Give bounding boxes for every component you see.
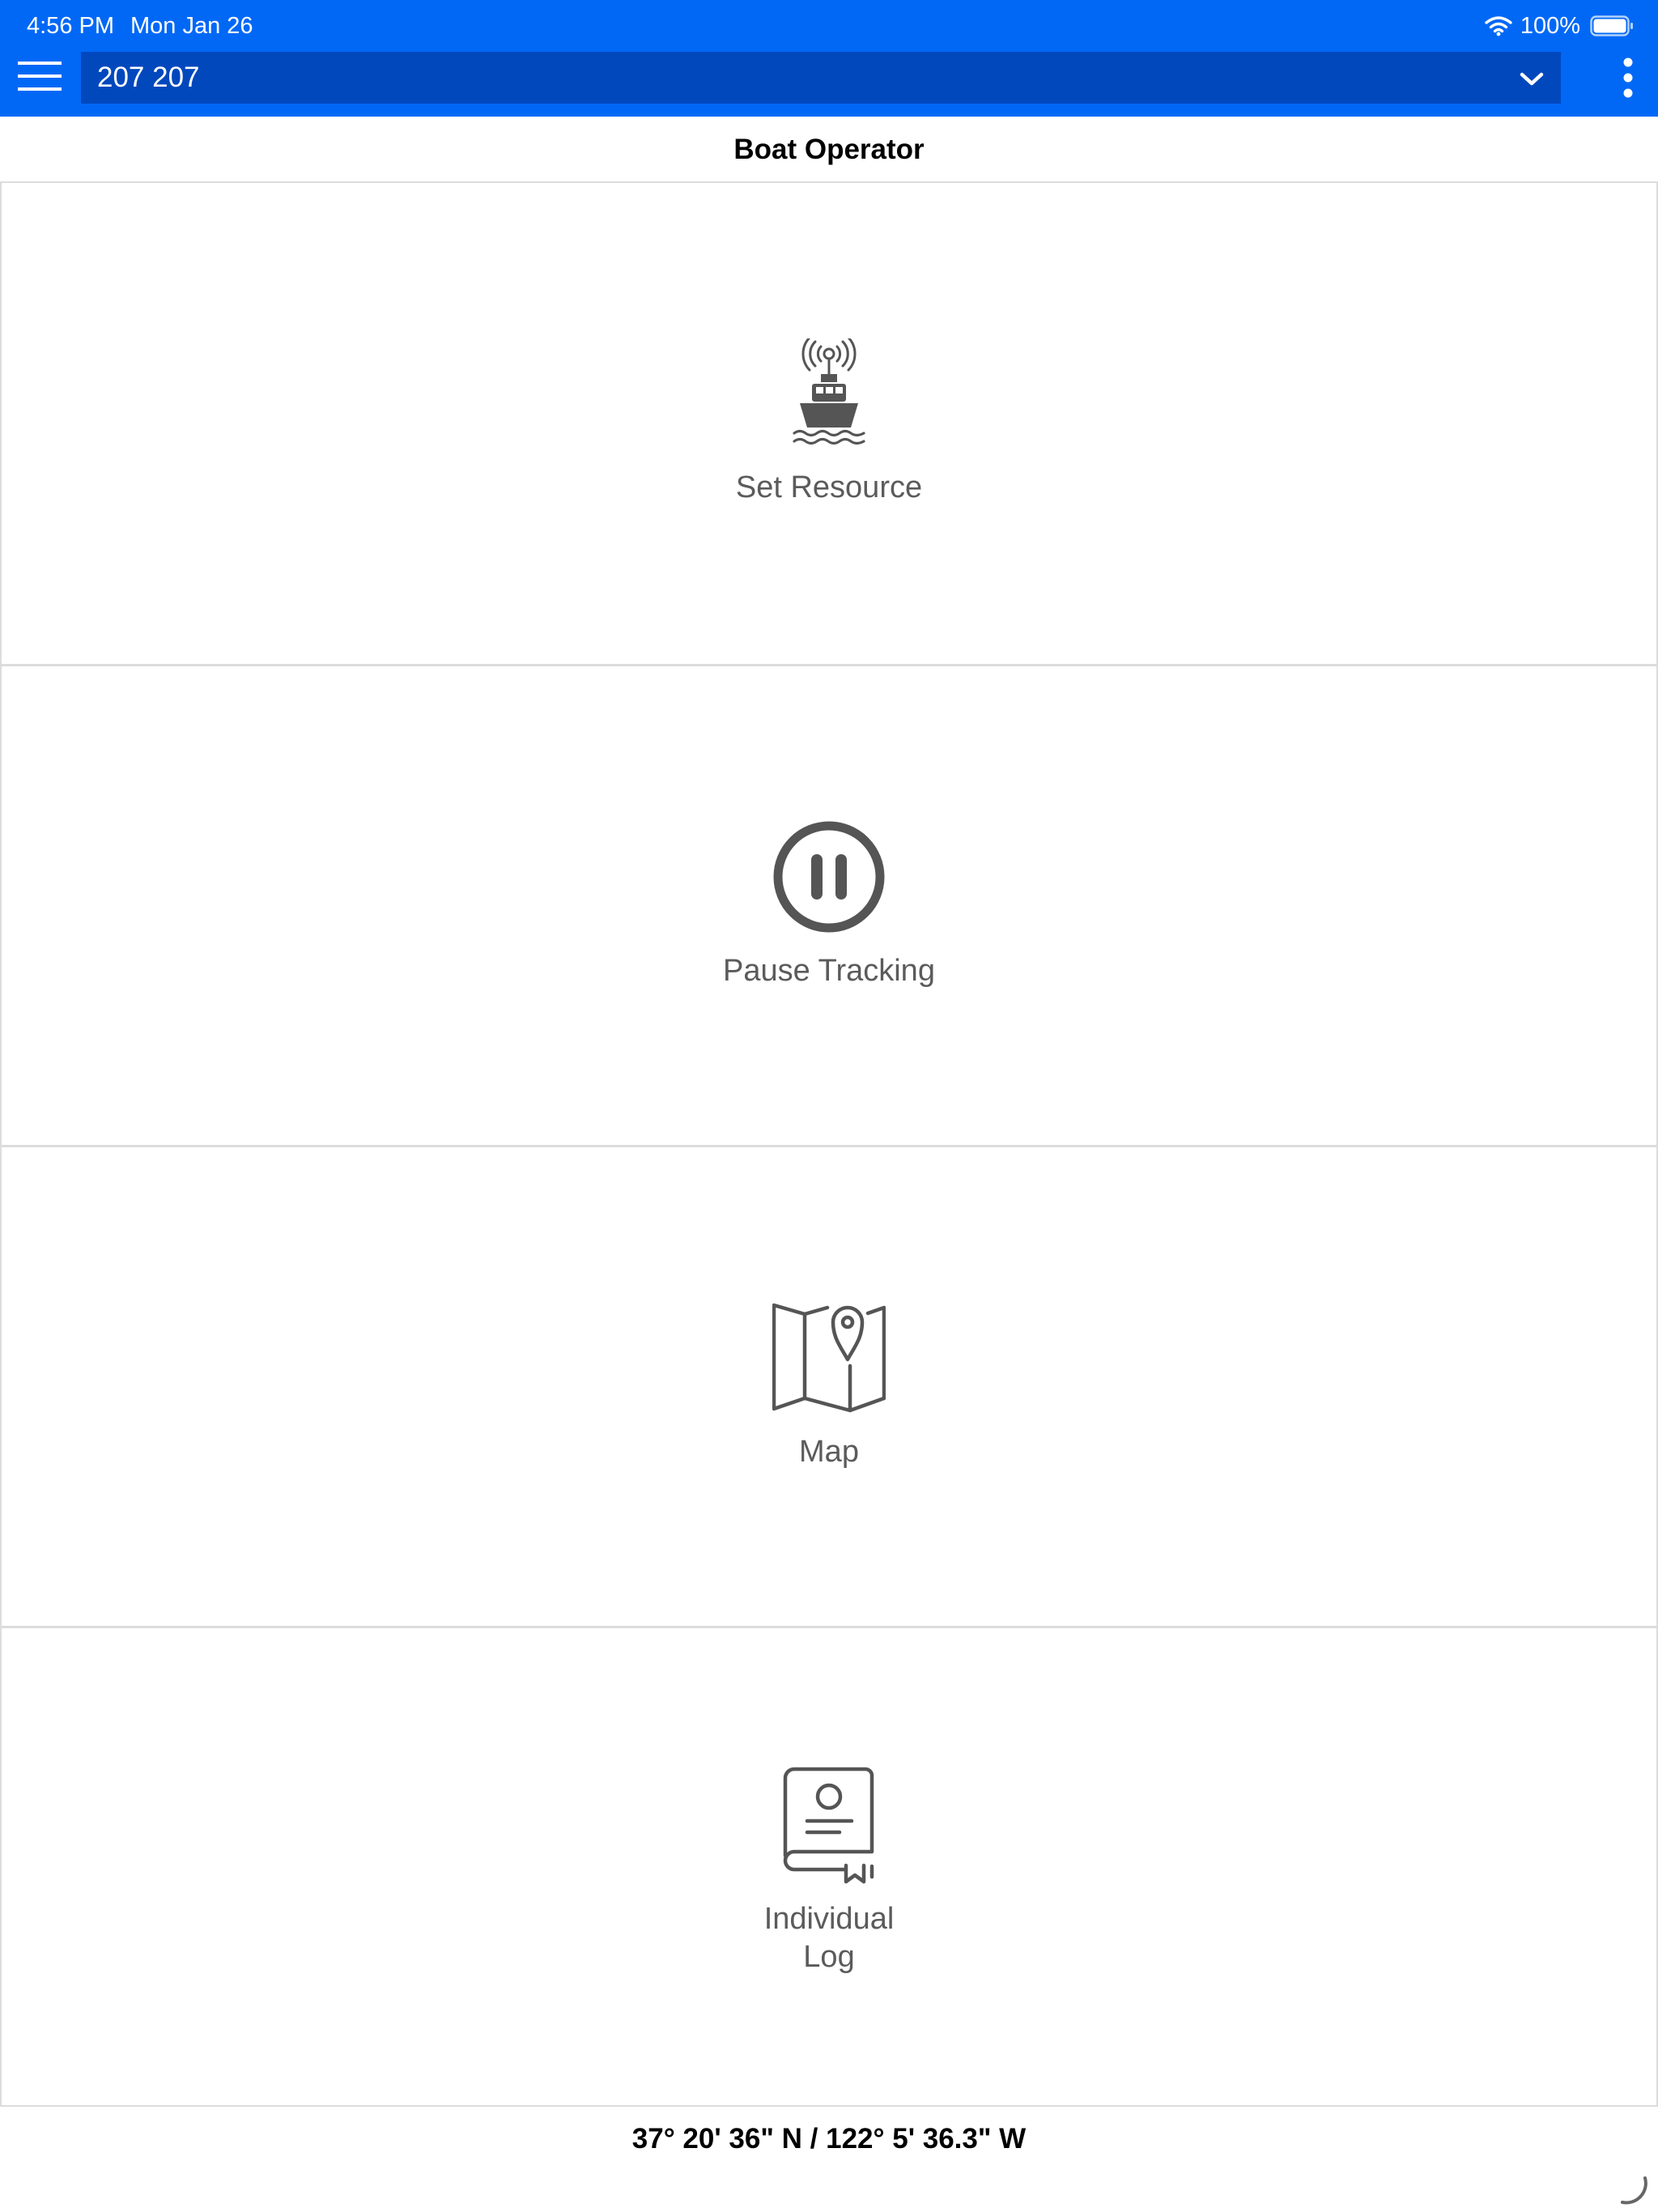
status-time: 4:56 PM: [27, 13, 114, 39]
page-title: Boat Operator: [733, 134, 925, 165]
resource-selector-value: 207 207: [97, 62, 200, 93]
wifi-icon: [1485, 16, 1512, 36]
battery-icon: [1590, 15, 1633, 36]
hamburger-menu-button[interactable]: [15, 53, 65, 99]
map-pin-icon: [772, 1303, 886, 1413]
set-resource-tile[interactable]: Set Resource: [0, 183, 1658, 664]
individual-log-tile[interactable]: Individual Log: [0, 1626, 1658, 2107]
app-header: 4:56 PM Mon Jan 26 100% 207 207: [0, 0, 1658, 117]
status-date: Mon Jan 26: [130, 13, 253, 39]
map-tile[interactable]: Map: [0, 1145, 1658, 1626]
pause-circle-icon: [773, 821, 885, 933]
individual-log-label: Individual Log: [763, 1902, 895, 1974]
status-bar-right: 100%: [1485, 10, 1634, 42]
resource-selector-dropdown[interactable]: 207 207: [81, 52, 1561, 104]
more-options-button[interactable]: [1606, 53, 1650, 102]
map-label: Map: [799, 1435, 859, 1469]
hamburger-icon: [18, 62, 62, 91]
chevron-down-icon: [1520, 72, 1544, 86]
action-tiles: Set Resource Pause Tracking Map Individu…: [0, 181, 1658, 2107]
log-book-icon: [783, 1767, 874, 1884]
boat-radio-icon: [793, 338, 865, 445]
app-root: 4:56 PM Mon Jan 26 100% 207 207 Boat Ope…: [0, 0, 1658, 2212]
status-bar-left: 4:56 PM Mon Jan 26: [27, 10, 253, 42]
pause-tracking-label: Pause Tracking: [723, 954, 935, 988]
gps-coordinates: 37° 20' 36" N / 122° 5' 36.3" W: [631, 2123, 1027, 2155]
set-resource-label: Set Resource: [735, 470, 923, 504]
battery-percent: 100%: [1520, 12, 1580, 39]
pause-tracking-tile[interactable]: Pause Tracking: [0, 664, 1658, 1145]
kebab-icon: [1623, 57, 1633, 98]
loading-spinner-icon: [1621, 2176, 1647, 2205]
